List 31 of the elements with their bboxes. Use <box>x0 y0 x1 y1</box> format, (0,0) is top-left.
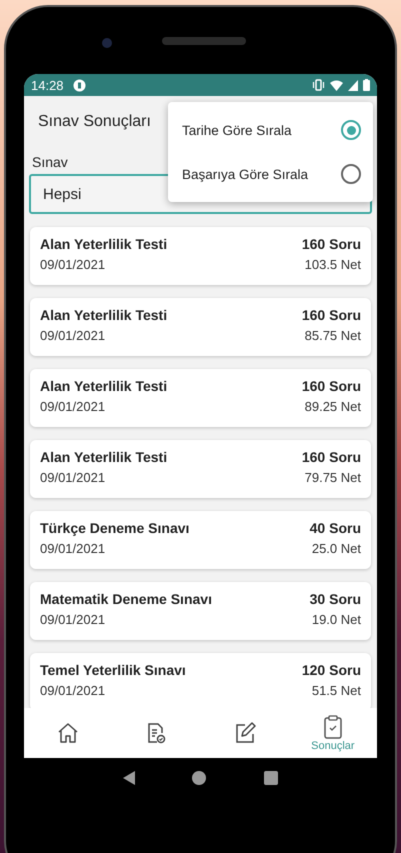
exam-date: 09/01/2021 <box>40 257 106 272</box>
net-score: 89.25 Net <box>304 399 361 414</box>
exam-date: 09/01/2021 <box>40 541 106 556</box>
net-score: 51.5 Net <box>312 683 361 698</box>
question-count: 160 Soru <box>302 307 361 323</box>
question-count: 160 Soru <box>302 378 361 394</box>
page-title: Sınav Sonuçları <box>38 113 151 131</box>
question-count: 120 Soru <box>302 662 361 678</box>
exam-title: Türkçe Deneme Sınavı <box>40 520 190 536</box>
exam-date: 09/01/2021 <box>40 470 106 485</box>
question-count: 30 Soru <box>310 591 361 607</box>
exam-date: 09/01/2021 <box>40 399 106 414</box>
exam-date: 09/01/2021 <box>40 328 106 343</box>
question-count: 160 Soru <box>302 236 361 252</box>
exam-title: Alan Yeterlilik Testi <box>40 307 168 323</box>
field-label: Sınav <box>31 154 69 170</box>
exam-date: 09/01/2021 <box>40 612 106 627</box>
net-score: 103.5 Net <box>304 257 361 272</box>
exam-title: Alan Yeterlilik Testi <box>40 449 168 465</box>
net-score: 79.75 Net <box>304 470 361 485</box>
exam-title: Alan Yeterlilik Testi <box>40 236 168 252</box>
net-score: 25.0 Net <box>312 541 361 556</box>
question-count: 160 Soru <box>302 449 361 465</box>
exam-title: Temel Yeterlilik Sınavı <box>40 662 186 678</box>
exam-title: Matematik Deneme Sınavı <box>40 591 212 607</box>
net-score: 19.0 Net <box>312 612 361 627</box>
net-score: 85.75 Net <box>304 328 361 343</box>
exam-title: Alan Yeterlilik Testi <box>40 378 168 394</box>
exam-date: 09/01/2021 <box>40 683 106 698</box>
status-time: 14:28 <box>31 78 64 92</box>
question-count: 40 Soru <box>310 520 361 536</box>
